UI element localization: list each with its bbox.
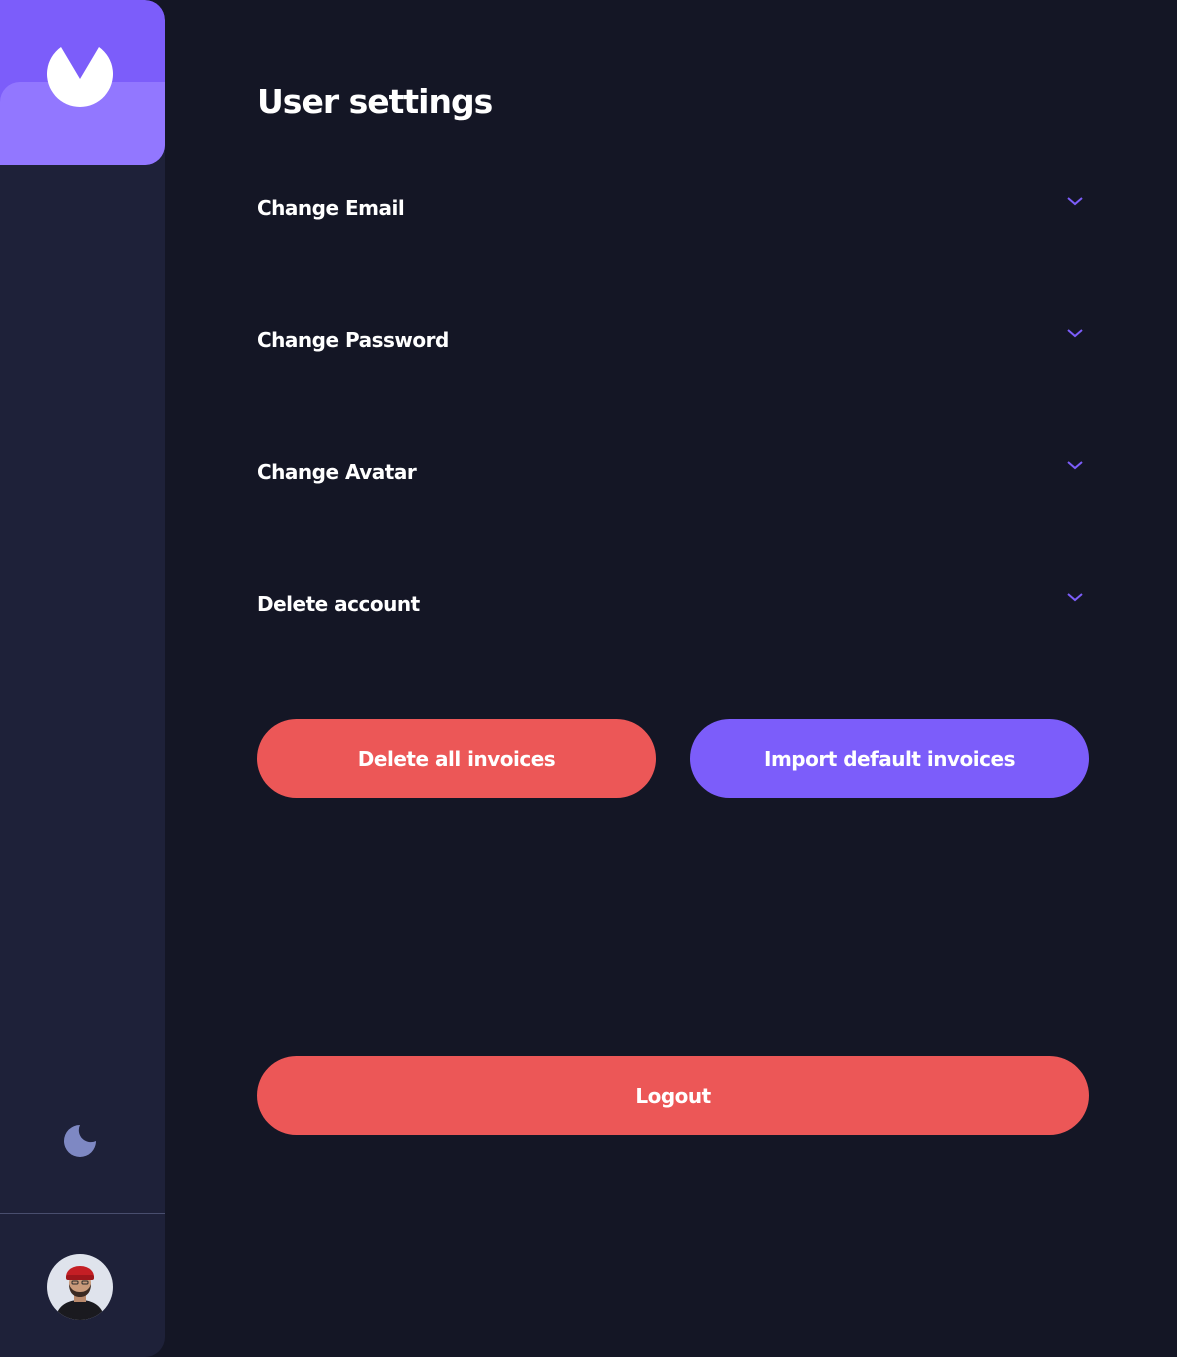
setting-label: Change Email	[257, 196, 405, 220]
theme-toggle-button[interactable]	[62, 1123, 98, 1159]
page-title: User settings	[257, 82, 493, 121]
user-avatar[interactable]	[47, 1254, 113, 1320]
import-default-invoices-button[interactable]: Import default invoices	[690, 719, 1089, 798]
setting-change-password[interactable]: Change Password	[257, 320, 1089, 360]
chevron-down-icon	[1067, 593, 1083, 602]
setting-label: Delete account	[257, 592, 420, 616]
brand-logo[interactable]	[0, 0, 165, 165]
sidebar-divider	[0, 1213, 165, 1214]
brand-logo-icon	[47, 47, 113, 107]
chevron-down-icon	[1067, 197, 1083, 206]
setting-change-avatar[interactable]: Change Avatar	[257, 452, 1089, 492]
chevron-down-icon	[1067, 329, 1083, 338]
chevron-down-icon	[1067, 461, 1083, 470]
moon-icon	[64, 1125, 96, 1157]
setting-delete-account[interactable]: Delete account	[257, 584, 1089, 624]
logout-button[interactable]: Logout	[257, 1056, 1089, 1135]
sidebar	[0, 0, 165, 1357]
setting-label: Change Password	[257, 328, 449, 352]
setting-change-email[interactable]: Change Email	[257, 188, 1089, 228]
setting-label: Change Avatar	[257, 460, 417, 484]
avatar-image	[47, 1254, 113, 1320]
delete-all-invoices-button[interactable]: Delete all invoices	[257, 719, 656, 798]
